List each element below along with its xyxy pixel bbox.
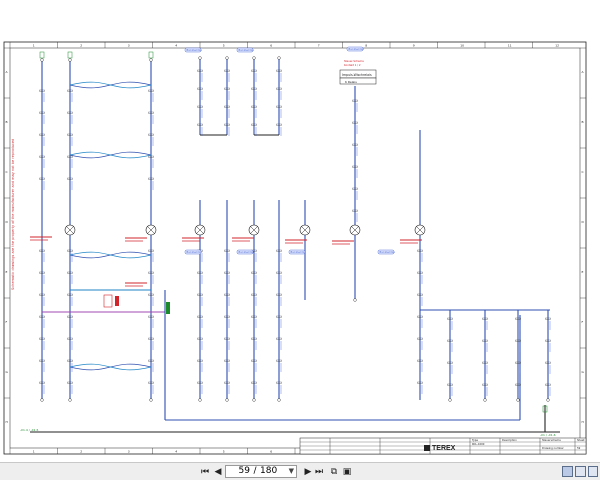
column-number: 1 [33, 44, 35, 48]
total-pages: 180 [260, 466, 278, 476]
bottom-right-tag: -X1 / -X1.6 [540, 433, 556, 437]
terminal-symbol [198, 56, 202, 60]
row-letter: F [582, 320, 584, 324]
row-letter: F [6, 320, 8, 324]
terminal-symbol [40, 58, 44, 62]
terminal-symbol [252, 398, 256, 402]
description-value: Steuerschema [542, 438, 561, 442]
first-page-icon: ⏮ [200, 467, 210, 477]
terminal-symbol [68, 58, 72, 62]
fit-page-icon: ▣ [342, 467, 352, 477]
terminal-symbol [516, 398, 520, 402]
terminal-symbol [546, 398, 550, 402]
column-number: 10 [460, 44, 464, 48]
column-number: 7 [318, 44, 320, 48]
last-page-icon: ⏭ [314, 467, 324, 477]
last-page-button[interactable]: ⏭ [313, 465, 325, 479]
previous-page-icon: ◀ [214, 467, 222, 477]
relay-box-label: K Relais [345, 80, 357, 84]
terminal-symbol [40, 398, 44, 402]
relay-note-line-2: Kontakt 1 / 2 [344, 63, 361, 67]
fuse-symbol [115, 296, 119, 306]
terminal-symbol [225, 56, 229, 60]
relay-note-line-1: Steuer-Schema [344, 59, 364, 63]
brand-logo: TEREX [432, 445, 456, 452]
copy-page-icon: ⧉ [330, 467, 338, 477]
row-letter: H [582, 420, 584, 424]
bottom-left-tag: -X1.4 / -X1.5 [20, 428, 39, 432]
row-letter: C [6, 170, 8, 174]
terminal-symbol [277, 398, 281, 402]
row-letter: C [582, 170, 584, 174]
row-letter: H [6, 420, 8, 424]
column-number: 3 [128, 450, 130, 454]
row-letter: E [6, 270, 8, 274]
row-letter: B [582, 120, 584, 124]
two-page-view-button[interactable] [588, 466, 598, 477]
schematic-drawing: 112233445566778899101011111212 AABBCCDDE… [0, 0, 600, 462]
terminal-symbol [252, 56, 256, 60]
next-page-icon: ▶ [304, 467, 312, 477]
column-number: 6 [270, 44, 272, 48]
document-viewer[interactable]: 112233445566778899101011111212 AABBCCDDE… [0, 0, 600, 462]
terminal-symbol [149, 398, 153, 402]
column-number: 12 [555, 44, 559, 48]
row-letter: E [582, 270, 584, 274]
column-number: 8 [365, 44, 367, 48]
terminal-symbol [149, 58, 153, 62]
continuous-view-button[interactable] [575, 466, 586, 477]
callout-label: Bornklemme [349, 48, 365, 51]
rotate-button[interactable]: ⧉ [328, 465, 340, 479]
page-separator: / [253, 466, 257, 476]
column-number: 6 [270, 450, 272, 454]
callout-label: Bornklemme [239, 49, 255, 52]
type-label: Type [472, 438, 478, 442]
current-page[interactable]: 59 [226, 466, 250, 477]
callout-label: Bornklemme [291, 251, 307, 254]
column-number: 9 [413, 44, 415, 48]
column-number: 11 [508, 44, 512, 48]
column-number: 5 [223, 450, 225, 454]
terminal-symbol [68, 398, 72, 402]
row-letter: B [6, 120, 8, 124]
sheet-label: Sheet [577, 438, 585, 442]
terminal-symbol [277, 56, 281, 60]
fit-page-button[interactable]: ▣ [341, 465, 353, 479]
viewer-toolbar: ⏮ ◀ 59 / 180 ▼ ▶ ⏭ ⧉ ▣ [0, 462, 600, 480]
single-page-view-button[interactable] [562, 466, 573, 477]
callout-label: Bornklemme [187, 251, 203, 254]
terminal-symbol [198, 398, 202, 402]
terminal-symbol [448, 398, 452, 402]
column-number: 3 [128, 44, 130, 48]
relay-box-title: Impuls-Wischrelais [342, 73, 372, 77]
sheet-value: 59 [577, 446, 581, 450]
side-note: Schematic drawings are the property of t… [11, 139, 15, 290]
column-number: 2 [80, 450, 82, 454]
column-number: 1 [33, 450, 35, 454]
drawing-number-label: Drawing number [542, 446, 565, 450]
type-value: RCL-1000 [472, 442, 485, 446]
title-block: TEREX Type RCL-1000 Description Steuersc… [299, 437, 587, 455]
terminal-symbol [225, 398, 229, 402]
chevron-down-icon[interactable]: ▼ [289, 466, 294, 477]
connector-block [166, 302, 170, 314]
callout-label: Bornklemme [187, 49, 203, 52]
previous-page-button[interactable]: ◀ [212, 465, 224, 479]
page-number-field[interactable]: 59 / 180 ▼ [225, 465, 297, 478]
column-number: 4 [175, 450, 177, 454]
callout-label: Bornklemme [239, 251, 255, 254]
terminal-symbol [483, 398, 487, 402]
terminal-symbol [353, 298, 357, 302]
brand-mark [424, 445, 430, 451]
first-page-button[interactable]: ⏮ [199, 465, 211, 479]
column-number: 5 [223, 44, 225, 48]
description-label: Description [502, 438, 517, 442]
column-number: 2 [80, 44, 82, 48]
schematic-page: 112233445566778899101011111212 AABBCCDDE… [0, 0, 600, 462]
column-number: 4 [175, 44, 177, 48]
callout-label: Bornklemme [380, 251, 396, 254]
